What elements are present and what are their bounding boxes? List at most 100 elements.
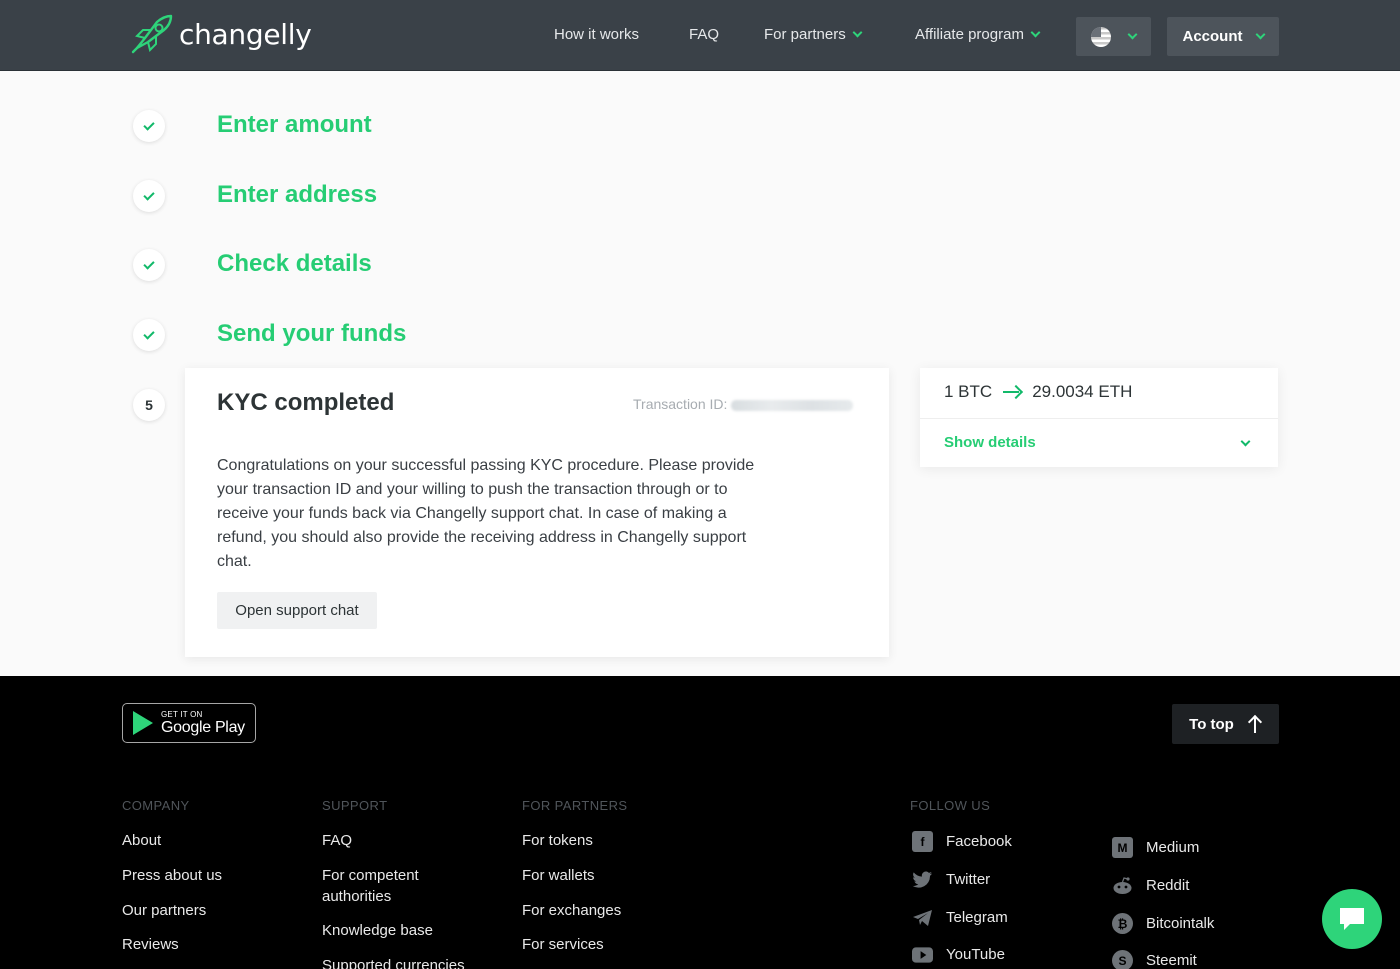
footer-link-reviews[interactable]: Reviews [122,934,179,955]
social-reddit[interactable]: Reddit [1112,875,1189,896]
account-label: Account [1182,28,1243,45]
step-label: Send your funds [217,320,407,347]
checkmark-icon [143,118,155,131]
steemit-icon: S [1112,950,1133,969]
nav-faq[interactable]: FAQ [689,26,719,43]
show-details-toggle[interactable]: Show details [944,434,1036,451]
nav-affiliate-program[interactable]: Affiliate program [915,26,1041,43]
chevron-down-icon[interactable] [1240,436,1251,447]
step-check-badge [133,110,165,142]
step-check-badge [133,319,165,351]
step-label: Enter address [217,181,378,208]
social-label: Facebook [946,833,1012,850]
chevron-down-icon [1255,29,1265,40]
top-header: changelly How it works FAQ For partners … [0,0,1400,71]
medium-icon: M [1112,837,1133,858]
card-title: KYC completed [217,389,395,416]
step-number-badge: 5 [133,389,165,421]
rocket-logo-icon [131,14,173,54]
social-telegram[interactable]: Telegram [912,907,1008,928]
checkmark-icon [143,188,155,201]
social-medium[interactable]: M Medium [1112,837,1199,858]
footer-heading-partners: FOR PARTNERS [522,798,628,813]
footer-link-currencies[interactable]: Supported currencies [322,955,465,969]
social-youtube[interactable]: YouTube [912,944,1005,965]
step-enter-address: Enter address [133,180,377,212]
social-label: Twitter [946,871,991,888]
footer-link-wallets[interactable]: For wallets [522,865,595,886]
exchange-rate: 1 BTC 29.0034 ETH [944,382,1132,402]
footer-link-authorities[interactable]: For competent authorities [322,865,452,907]
step-send-funds: Send your funds [133,319,406,351]
footer-link-knowledge-base[interactable]: Knowledge base [322,920,433,941]
footer-heading-follow: FOLLOW US [910,798,991,813]
nav-faq-label: FAQ [689,26,720,43]
arrow-up-icon [1248,715,1262,733]
gplay-big-text: Google Play [161,718,245,736]
nav-how-it-works-label: How it works [554,26,640,43]
footer-link-press[interactable]: Press about us [122,865,222,886]
footer: GET IT ON Google Play To top COMPANY Abo… [0,676,1400,969]
footer-link-faq[interactable]: FAQ [322,830,352,851]
footer-heading-company: COMPANY [122,798,190,813]
social-steemit[interactable]: S Steemit [1112,950,1197,969]
chevron-down-icon [852,27,863,38]
social-label: Bitcointalk [1146,915,1215,932]
footer-link-services[interactable]: For services [522,934,604,955]
footer-link-tokens[interactable]: For tokens [522,830,593,851]
step-check-details: Check details [133,249,372,281]
step-label: Enter amount [217,111,372,138]
social-facebook[interactable]: f Facebook [912,831,1012,852]
step-check-badge [133,180,165,212]
divider [920,418,1278,419]
gplay-small-text: GET IT ON [161,709,203,719]
step-label: Check details [217,250,372,277]
rate-from: 1 BTC [944,382,993,401]
footer-link-exchanges[interactable]: For exchanges [522,900,621,921]
google-play-text: GET IT ON Google Play [161,710,245,737]
language-selector[interactable] [1076,17,1151,56]
google-play-badge[interactable]: GET IT ON Google Play [122,703,256,743]
nav-how-it-works[interactable]: How it works [554,26,639,43]
rate-to: 29.0034 ETH [1032,382,1133,401]
telegram-icon [912,907,933,928]
chat-bubble-icon [1340,908,1364,930]
chevron-down-icon [1030,27,1041,38]
social-twitter[interactable]: Twitter [912,869,990,890]
transaction-id-value-blurred [731,399,854,411]
bitcoin-icon: ₿ [1112,913,1133,934]
exchange-rate-card: 1 BTC 29.0034 ETH Show details [920,368,1278,467]
social-label: Steemit [1146,952,1197,969]
chevron-down-icon [1127,29,1138,40]
open-support-chat-button[interactable]: Open support chat [217,592,377,629]
social-label: YouTube [946,946,1005,963]
social-label: Telegram [946,909,1008,926]
kyc-message: Congratulations on your successful passi… [217,457,755,570]
checkmark-icon [143,327,155,340]
facebook-icon: f [912,831,933,852]
to-top-label: To top [1189,715,1234,733]
social-label: Medium [1146,839,1200,856]
nav-for-partners-label: For partners [764,26,846,43]
reddit-icon [1112,875,1133,896]
us-flag-icon [1091,26,1111,47]
social-bitcointalk[interactable]: ₿ Bitcointalk [1112,913,1214,934]
transaction-id: Transaction ID: [633,396,854,412]
twitter-icon [912,869,933,890]
footer-link-partners[interactable]: Our partners [122,900,206,921]
to-top-button[interactable]: To top [1172,704,1279,744]
transaction-id-label: Transaction ID: [633,396,728,412]
checkmark-icon [143,257,155,270]
account-button[interactable]: Account [1167,17,1279,56]
social-label: Reddit [1146,877,1190,894]
google-play-icon [133,711,153,735]
changelly-logo[interactable]: changelly [131,14,312,54]
logo-text: changelly [179,17,312,51]
footer-link-about[interactable]: About [122,830,161,851]
arrow-right-icon [1002,384,1022,400]
youtube-icon [912,944,933,965]
support-chat-button[interactable] [1322,889,1382,949]
step-check-badge [133,249,165,281]
footer-heading-support: SUPPORT [322,798,388,813]
nav-for-partners[interactable]: For partners [764,26,863,43]
